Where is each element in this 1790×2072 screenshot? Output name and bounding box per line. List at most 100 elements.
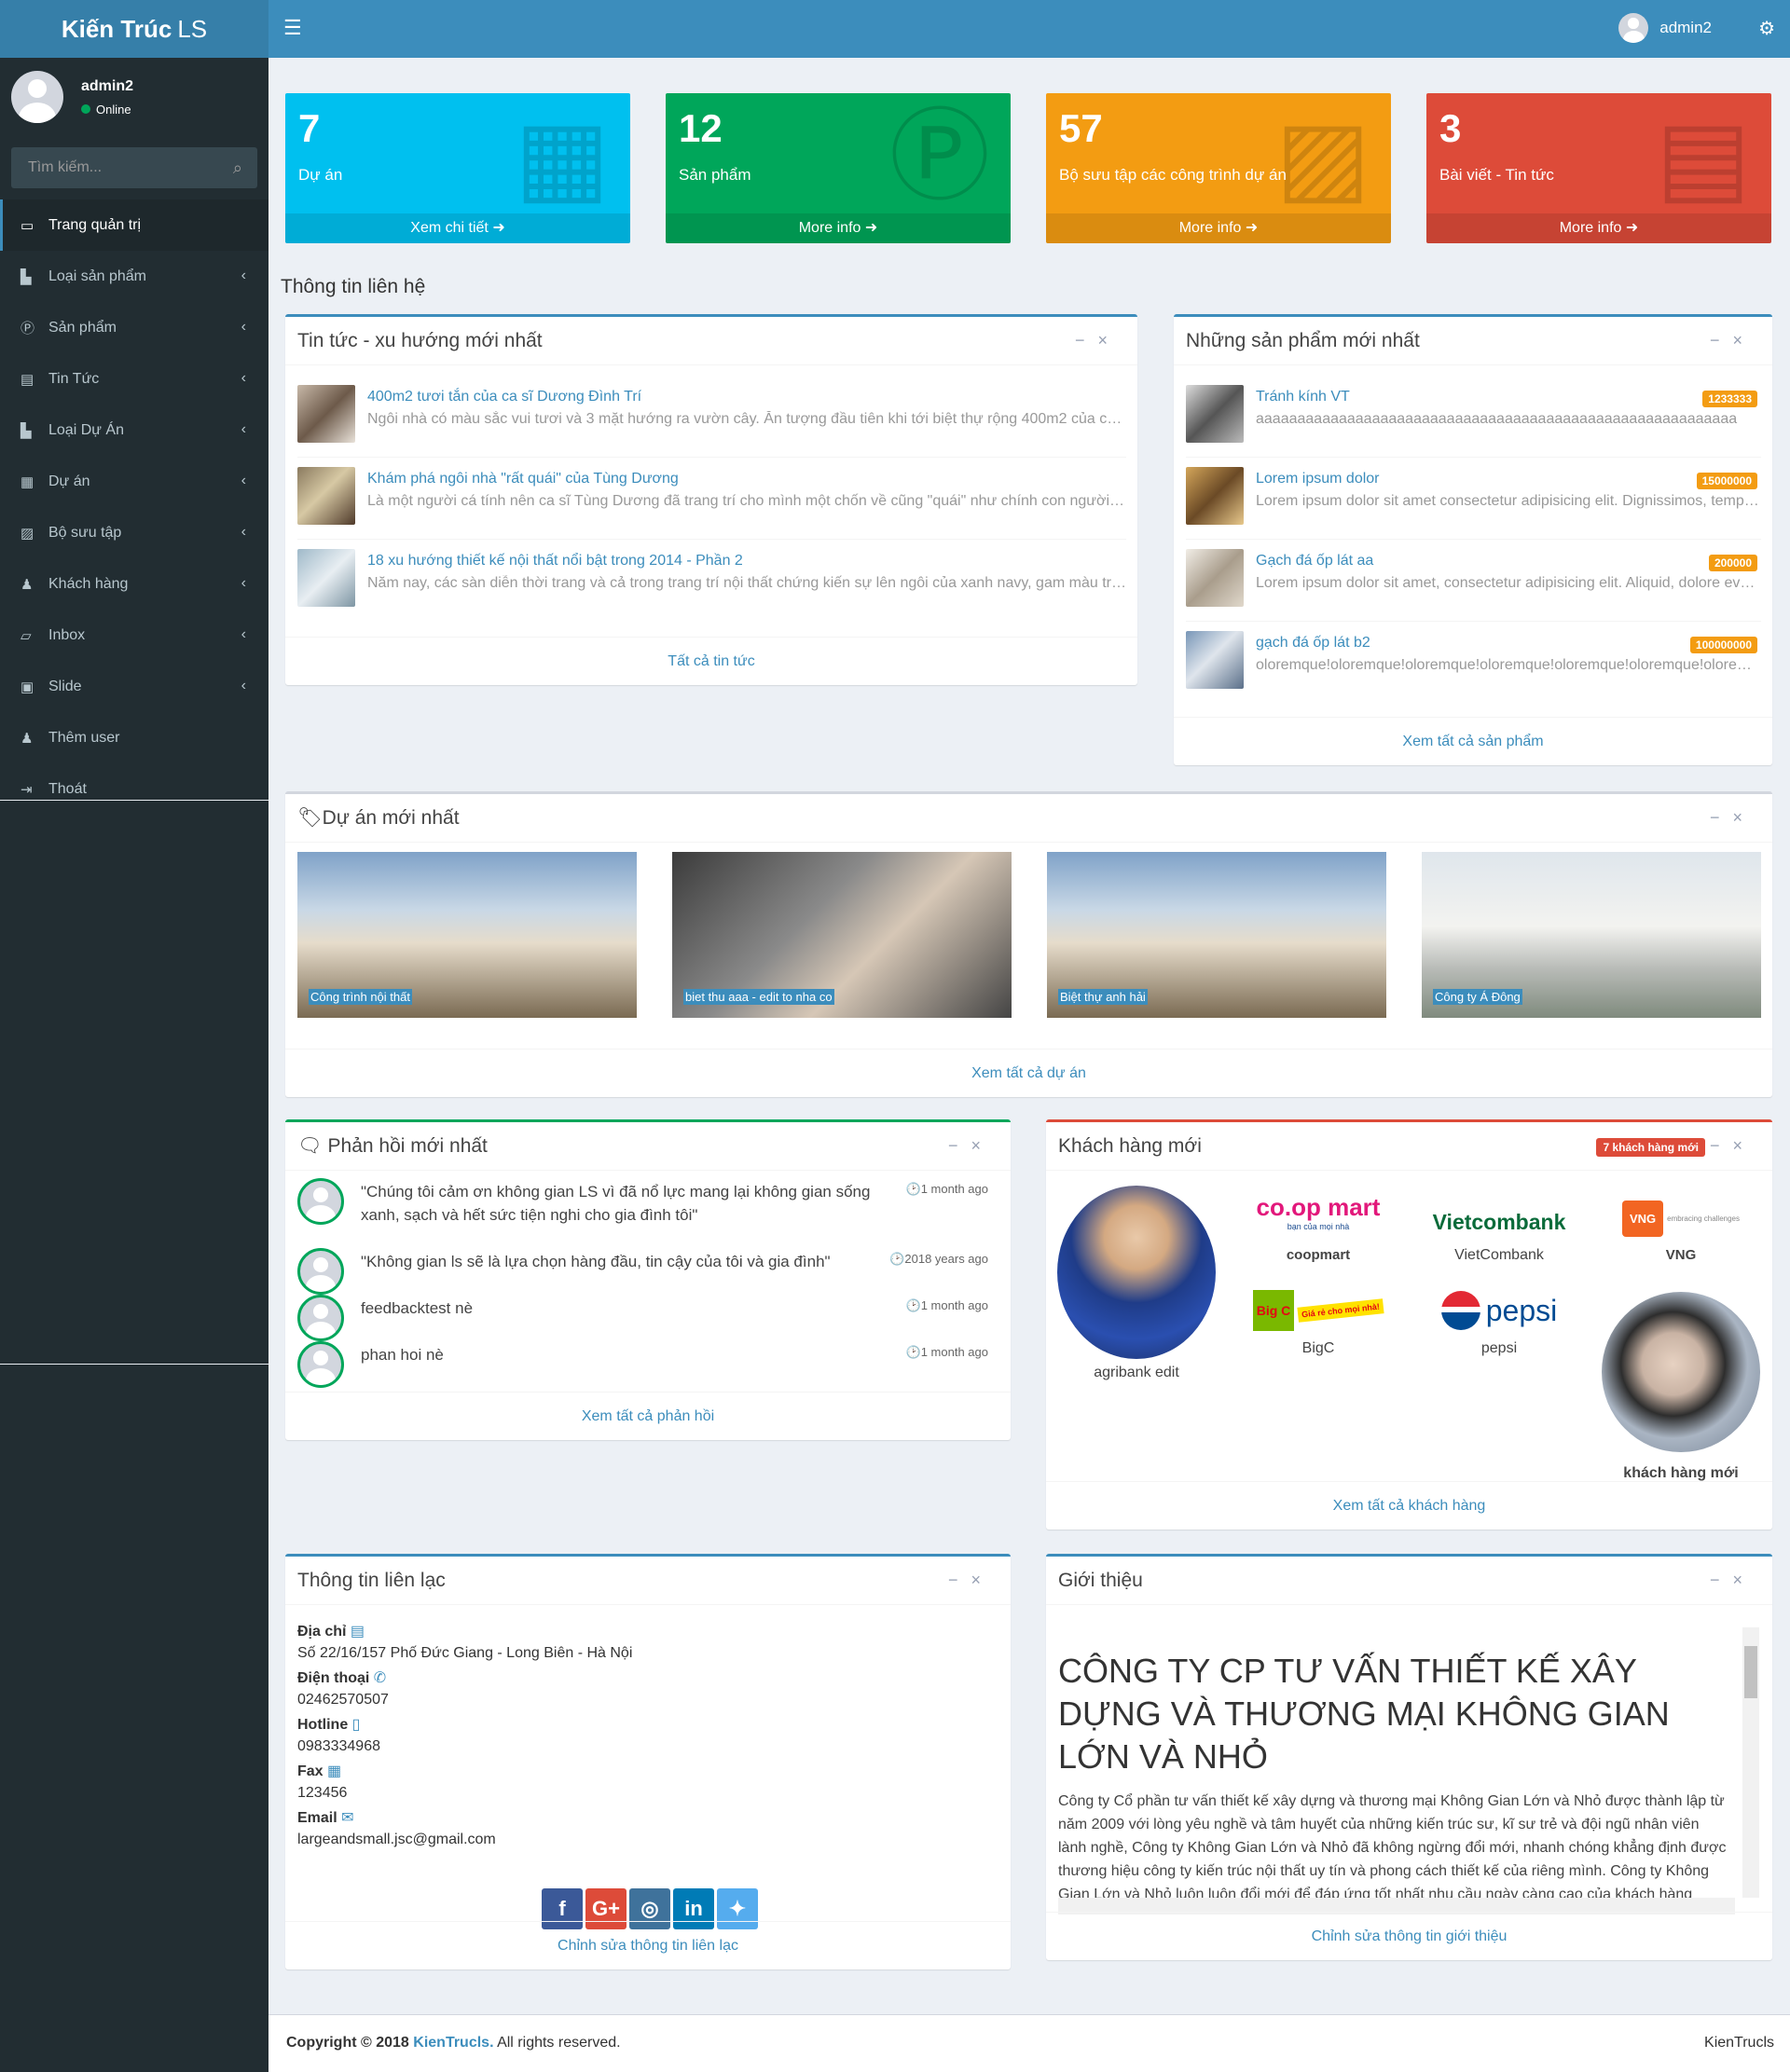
phone-label: Điện thoại ✆	[297, 1670, 387, 1686]
user-icon: ♟	[21, 730, 34, 747]
list-item[interactable]: Gạch đá ốp lát aa 200000 Lorem ipsum dol…	[1186, 540, 1761, 622]
sidebar-toggle-icon[interactable]: ☰	[283, 17, 302, 39]
customer-card[interactable]: pepsi pepsi	[1420, 1284, 1578, 1357]
logo-tagline: embracing challenges	[1667, 1214, 1740, 1223]
sidebar-item-news[interactable]: ▤ Tin Tức ‹	[0, 353, 268, 405]
list-item[interactable]: 18 xu hướng thiết kế nội thất nổi bật tr…	[297, 540, 1126, 622]
logo-tagline: Giá rẻ cho mọi nhà!	[1297, 1298, 1384, 1323]
sidebar-item-products[interactable]: Ⓟ Sản phẩm ‹	[0, 302, 268, 353]
about-heading: CÔNG TY CP TƯ VẤN THIẾT KẾ XÂY DỰNG VÀ T…	[1058, 1652, 1670, 1776]
user-name: admin2	[1659, 19, 1712, 36]
address-label: Địa chỉ ▤	[297, 1624, 365, 1640]
customer-name: coopmart	[1286, 1247, 1351, 1263]
customer-card[interactable]: VNG embracing challenges VNG	[1602, 1184, 1760, 1263]
feedback-item[interactable]: "Chúng tôi cảm ơn không gian LS vì đã nổ…	[297, 1178, 988, 1234]
newspaper-icon: ▤	[21, 371, 34, 388]
address-value: Số 22/16/157 Phố Đức Giang - Long Biên -…	[297, 1645, 633, 1661]
building-icon: ▦	[514, 100, 610, 213]
tag-icon: 🏷	[297, 807, 323, 829]
project-card[interactable]: Công ty Á Đông	[1422, 852, 1761, 1018]
news-title-link[interactable]: 18 xu hướng thiết kế nội thất nổi bật tr…	[367, 553, 743, 569]
project-card[interactable]: biet thu aaa - edit to nha co	[672, 852, 1012, 1018]
all-news-link[interactable]: Tất cả tin tức	[285, 637, 1137, 685]
customer-card[interactable]: Big C Giá rẻ cho mọi nhà! BigC	[1239, 1284, 1398, 1357]
sidebar-item-dashboard[interactable]: ▭ Trang quản trị	[0, 199, 268, 251]
chevron-left-icon: ‹	[241, 473, 246, 488]
avatar	[297, 1178, 344, 1225]
feedback-item[interactable]: feedbacktest nè 🕑1 month ago	[297, 1295, 988, 1341]
box-tools[interactable]: −×	[1710, 331, 1756, 350]
list-item[interactable]: 400m2 tươi tắn của ca sĩ Dương Đình Trí …	[297, 376, 1126, 458]
bigc-logo: Big C Giá rẻ cho mọi nhà!	[1239, 1284, 1398, 1337]
customer-card[interactable]: khách hàng mới	[1602, 1292, 1760, 1482]
edit-about-link[interactable]: Chỉnh sửa thông tin giới thiệu	[1046, 1912, 1772, 1960]
customer-card[interactable]: co.op mart bạn của mọi nhà coopmart	[1239, 1184, 1398, 1263]
customer-card[interactable]: agribank edit	[1057, 1186, 1216, 1381]
project-card[interactable]: Biệt thự anh hải	[1047, 852, 1386, 1018]
sidebar-item-collections[interactable]: ▨ Bộ sưu tập ‹	[0, 507, 268, 558]
list-item[interactable]: gạch đá ốp lát b2 100000000 oloremque!ol…	[1186, 622, 1761, 704]
sidebar-menu: ▭ Trang quản trị ▙ Loại sản phẩm ‹ Ⓟ Sản phẩ…	[0, 199, 268, 815]
coopmart-logo: co.op mart bạn của mọi nhà	[1239, 1184, 1398, 1243]
edit-contact-link[interactable]: Chỉnh sửa thông tin liên lạc	[285, 1921, 1011, 1969]
feedback-item[interactable]: "Không gian ls sẽ là lựa chọn hàng đầu, …	[297, 1248, 988, 1295]
stat-more-link[interactable]: More info ➜	[1046, 213, 1391, 243]
list-item[interactable]: Khám phá ngôi nhà "rất quái" của Tùng Dư…	[297, 458, 1126, 540]
sidebar-item-label: Sản phẩm	[48, 319, 117, 336]
list-item[interactable]: Lorem ipsum dolor 15000000 Lorem ipsum d…	[1186, 458, 1761, 540]
price-badge: 1233333	[1702, 391, 1757, 407]
app-logo[interactable]: Kiến Trúc LS	[0, 0, 268, 58]
customer-name: VietCombank	[1454, 1247, 1544, 1263]
sidebar-item-product-types[interactable]: ▙ Loại sản phẩm ‹	[0, 251, 268, 302]
sidebar-item-logout[interactable]: ⇥ Thoát	[0, 763, 268, 815]
vertical-scrollbar[interactable]	[1742, 1627, 1759, 1898]
building-icon: ▦	[21, 473, 34, 490]
customer-photo	[1057, 1186, 1216, 1359]
envelope-icon: ✉	[341, 1810, 354, 1826]
box-tools[interactable]: −×	[948, 1136, 994, 1156]
sidebar-item-inbox[interactable]: ▱ Inbox ‹	[0, 610, 268, 661]
sidebar-item-customers[interactable]: ♟ Khách hàng ‹	[0, 558, 268, 610]
all-projects-link[interactable]: Xem tất cả dự án	[285, 1049, 1772, 1097]
sidebar-item-slide[interactable]: ▣ Slide ‹	[0, 661, 268, 712]
box-tools[interactable]: −×	[1075, 331, 1121, 350]
all-feedback-link[interactable]: Xem tất cả phản hồi	[285, 1392, 1011, 1440]
sidebar-item-project-types[interactable]: ▙ Loại Dự Án ‹	[0, 405, 268, 456]
stat-number: 57	[1059, 106, 1103, 150]
product-title-link[interactable]: Gạch đá ốp lát aa	[1256, 553, 1373, 569]
box-title: Giới thiệu	[1058, 1570, 1143, 1591]
comments-icon: 🗨	[297, 1135, 323, 1157]
search-input[interactable]	[11, 147, 216, 188]
stat-more-link[interactable]: Xem chi tiết ➜	[285, 213, 630, 243]
product-title-link[interactable]: Lorem ipsum dolor	[1256, 471, 1380, 487]
customer-card[interactable]: Vietcombank VietCombank	[1420, 1184, 1578, 1264]
project-card[interactable]: Công trình nội thất	[297, 852, 637, 1018]
brand-link[interactable]: KienTrucls.	[413, 2035, 493, 2051]
feedback-item[interactable]: phan hoi nè 🕑1 month ago	[297, 1341, 988, 1388]
user-menu[interactable]: admin2	[1618, 13, 1712, 43]
box-tools[interactable]: −×	[1710, 1136, 1756, 1156]
box-tools[interactable]: −×	[1710, 808, 1756, 828]
picture-icon: ▣	[21, 679, 34, 695]
scrollbar-thumb[interactable]	[1744, 1646, 1757, 1698]
sidebar-item-projects[interactable]: ▦ Dự án ‹	[0, 456, 268, 507]
box-tools[interactable]: −×	[1710, 1571, 1756, 1590]
avatar	[11, 71, 63, 123]
sidebar-item-add-user[interactable]: ♟ Thêm user	[0, 712, 268, 763]
news-title-link[interactable]: Khám phá ngôi nhà "rất quái" của Tùng Dư…	[367, 471, 679, 487]
avatar	[1618, 13, 1649, 43]
product-title-link[interactable]: Tránh kính VT	[1256, 389, 1350, 405]
status-badge: Online	[81, 103, 131, 117]
about-content[interactable]: CÔNG TY CP TƯ VẤN THIẾT KẾ XÂY DỰNG VÀ T…	[1058, 1627, 1733, 1898]
search-icon[interactable]: ⌕	[233, 158, 242, 178]
product-title-link[interactable]: gạch đá ốp lát b2	[1256, 635, 1370, 652]
gears-icon[interactable]: ⚙	[1758, 17, 1775, 40]
product-icon: Ⓟ	[21, 321, 35, 336]
all-customers-link[interactable]: Xem tất cả khách hàng	[1046, 1481, 1772, 1530]
list-item[interactable]: Tránh kính VT 1233333 aaaaaaaaaaaaaaaaaa…	[1186, 376, 1761, 458]
news-title-link[interactable]: 400m2 tươi tắn của ca sĩ Dương Đình Trí	[367, 389, 641, 405]
box-tools[interactable]: −×	[948, 1571, 994, 1590]
all-products-link[interactable]: Xem tất cả sản phẩm	[1174, 717, 1772, 765]
stat-more-link[interactable]: More info ➜	[666, 213, 1011, 243]
stat-more-link[interactable]: More info ➜	[1426, 213, 1771, 243]
